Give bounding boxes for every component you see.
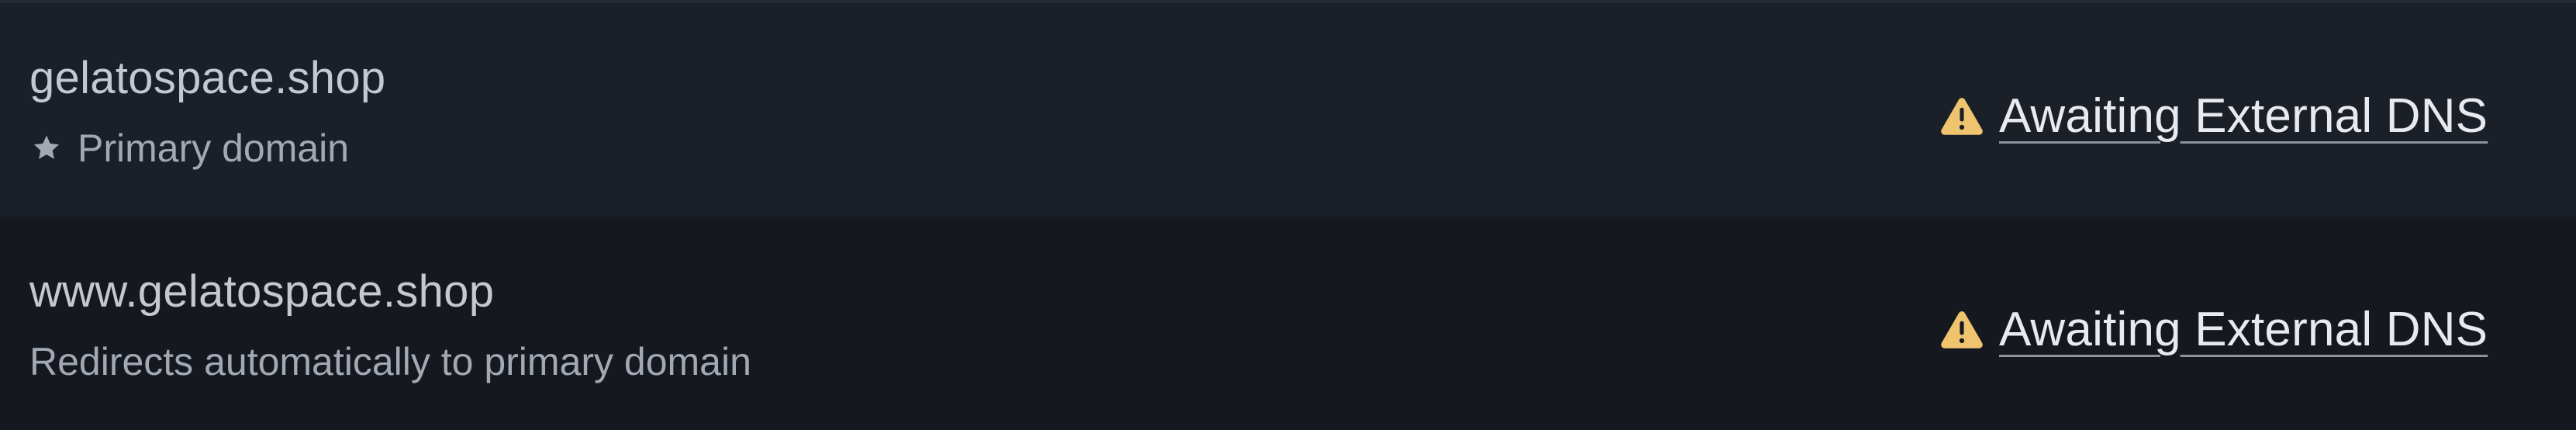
primary-domain-label: Primary domain [29, 121, 349, 175]
awaiting-dns-link[interactable]: Awaiting External DNS [1999, 302, 2488, 357]
domain-name: www.gelatospace.shop [29, 266, 495, 317]
star-icon [29, 131, 64, 165]
awaiting-dns-link[interactable]: Awaiting External DNS [1999, 88, 2488, 144]
domain-row-primary: gelatospace.shop Primary domain Awaiting… [0, 3, 2576, 217]
domain-subtitle: Redirects automatically to primary domai… [29, 340, 751, 383]
domain-name: gelatospace.shop [29, 53, 386, 103]
redirect-label: Redirects automatically to primary domai… [29, 335, 751, 389]
warning-icon [1940, 307, 1984, 351]
dns-status: Awaiting External DNS [1940, 294, 2488, 364]
dns-status: Awaiting External DNS [1940, 81, 2488, 151]
warning-icon [1940, 94, 1984, 137]
domain-list: gelatospace.shop Primary domain Awaiting… [0, 0, 2576, 430]
domain-subtitle: Primary domain [78, 127, 350, 170]
domain-row-secondary: www.gelatospace.shop Redirects automatic… [0, 217, 2576, 430]
